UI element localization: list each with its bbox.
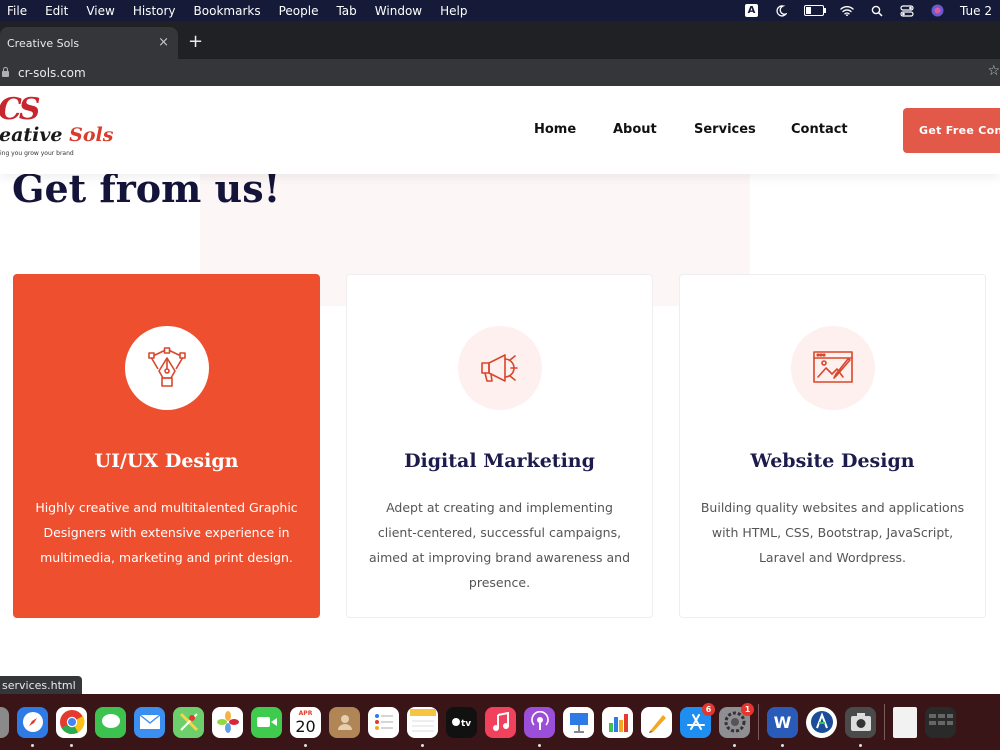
- nav-home[interactable]: Home: [534, 122, 576, 137]
- dock-separator: [884, 704, 885, 740]
- logo-brand-part1: eative: [0, 124, 63, 146]
- page-content: Get from us! UI/UX Design Highly creativ…: [0, 86, 1000, 694]
- svg-text:tv: tv: [461, 719, 471, 728]
- card-title: UI/UX Design: [94, 450, 239, 472]
- address-bar: cr-sols.com ☆: [0, 59, 1000, 86]
- service-card-uiux[interactable]: UI/UX Design Highly creative and multita…: [13, 274, 320, 618]
- running-indicator: [781, 743, 784, 747]
- status-url-tooltip: services.html: [0, 676, 82, 694]
- menu-help[interactable]: Help: [440, 4, 467, 18]
- menu-window[interactable]: Window: [375, 4, 422, 18]
- messages-icon[interactable]: [95, 706, 126, 738]
- word-letter: W: [773, 712, 792, 732]
- macos-dock: APR 20 tv 6 1 W: [0, 694, 1000, 750]
- menu-people[interactable]: People: [279, 4, 319, 18]
- spotlight-search-icon[interactable]: [870, 4, 884, 18]
- system-preferences-badge: 1: [741, 702, 754, 716]
- running-indicator: [733, 743, 736, 747]
- nav-about[interactable]: About: [613, 122, 657, 137]
- notes-icon[interactable]: [407, 706, 438, 747]
- pen-tool-icon: [148, 347, 186, 387]
- menu-file[interactable]: File: [7, 4, 27, 18]
- apple-tv-icon[interactable]: tv: [446, 706, 477, 738]
- nav-services[interactable]: Services: [694, 122, 756, 137]
- running-indicator: [538, 743, 541, 747]
- music-icon[interactable]: [485, 706, 516, 738]
- dock-app-partial-icon[interactable]: [0, 706, 9, 738]
- photos-icon[interactable]: [212, 706, 243, 738]
- running-indicator: [421, 743, 424, 747]
- logo-tagline: ing you grow your brand: [0, 150, 74, 157]
- web-design-icon: [813, 351, 853, 383]
- logo-mark: CS: [0, 92, 41, 127]
- chrome-icon[interactable]: [56, 706, 87, 747]
- menu-bookmarks[interactable]: Bookmarks: [194, 4, 261, 18]
- icon-circle: [791, 326, 875, 410]
- app-store-icon[interactable]: 6: [680, 702, 715, 738]
- siri-icon[interactable]: [930, 4, 944, 18]
- macos-menu-bar: File Edit View History Bookmarks People …: [0, 0, 1000, 21]
- site-header: CS eative Sols ing you grow your brand H…: [0, 86, 1000, 174]
- browser-tab-bar: Creative Sols × +: [0, 21, 1000, 59]
- running-indicator: [304, 743, 307, 747]
- keynote-icon[interactable]: [563, 706, 594, 738]
- android-studio-icon[interactable]: [806, 706, 837, 738]
- reminders-icon[interactable]: [368, 706, 399, 738]
- card-title: Website Design: [750, 450, 915, 472]
- card-description: Building quality websites and applicatio…: [700, 500, 965, 565]
- service-card-digital-marketing[interactable]: Digital Marketing Adept at creating and …: [346, 274, 653, 618]
- service-card-website-design[interactable]: Website Design Building quality websites…: [679, 274, 986, 618]
- close-tab-icon[interactable]: ×: [158, 35, 169, 50]
- logo-brand: eative Sols: [0, 124, 113, 146]
- get-free-consultation-button[interactable]: Get Free Con: [903, 108, 1000, 153]
- document-stack-icon[interactable]: [893, 706, 917, 738]
- wifi-icon[interactable]: [840, 4, 854, 18]
- microsoft-word-icon[interactable]: W: [767, 706, 798, 747]
- running-indicator: [859, 743, 862, 747]
- calendar-icon[interactable]: APR 20: [290, 706, 321, 747]
- running-indicator: [70, 743, 73, 747]
- running-indicator: [31, 743, 34, 747]
- screenshot-app-icon[interactable]: [845, 706, 876, 747]
- tab-title: Creative Sols: [7, 36, 80, 50]
- battery-icon[interactable]: [804, 5, 827, 16]
- bookmark-star-icon[interactable]: ☆: [987, 63, 1000, 79]
- facetime-icon[interactable]: [251, 706, 282, 738]
- dock-separator: [758, 704, 759, 740]
- menu-edit[interactable]: Edit: [45, 4, 68, 18]
- nav-contact[interactable]: Contact: [791, 122, 848, 137]
- safari-icon[interactable]: [17, 706, 48, 747]
- status-menus: A Tue 2: [745, 0, 1000, 21]
- app-menus: File Edit View History Bookmarks People …: [0, 4, 485, 18]
- card-title: Digital Marketing: [404, 450, 595, 472]
- logo-brand-part2: Sols: [69, 124, 114, 146]
- menu-tab[interactable]: Tab: [336, 4, 356, 18]
- downloads-stack-icon[interactable]: [925, 706, 956, 738]
- dark-mode-icon[interactable]: [774, 4, 788, 18]
- icon-circle: [125, 326, 209, 410]
- site-logo[interactable]: CS eative Sols ing you grow your brand: [0, 92, 113, 162]
- numbers-icon[interactable]: [602, 706, 633, 738]
- megaphone-icon: [481, 354, 518, 382]
- pages-icon[interactable]: [641, 706, 672, 738]
- system-preferences-icon[interactable]: 1: [719, 702, 754, 747]
- lock-icon[interactable]: [2, 67, 9, 77]
- podcasts-icon[interactable]: [524, 706, 555, 747]
- calendar-day: 20: [295, 716, 316, 736]
- menu-view[interactable]: View: [86, 4, 114, 18]
- mail-icon[interactable]: [134, 706, 165, 738]
- new-tab-icon[interactable]: +: [188, 31, 203, 52]
- card-description: Highly creative and multitalented Graphi…: [35, 500, 298, 565]
- url-field[interactable]: cr-sols.com: [18, 66, 86, 80]
- tab-creative-sols[interactable]: Creative Sols ×: [0, 27, 178, 59]
- card-description: Adept at creating and implementing clien…: [368, 500, 631, 590]
- menu-clock[interactable]: Tue 2: [960, 4, 992, 18]
- maps-icon[interactable]: [173, 706, 204, 738]
- contacts-icon[interactable]: [329, 706, 360, 738]
- input-source-icon[interactable]: A: [745, 4, 759, 17]
- control-center-icon[interactable]: [900, 4, 914, 18]
- menu-history[interactable]: History: [133, 4, 176, 18]
- app-store-badge: 6: [702, 702, 715, 716]
- icon-circle: [458, 326, 542, 410]
